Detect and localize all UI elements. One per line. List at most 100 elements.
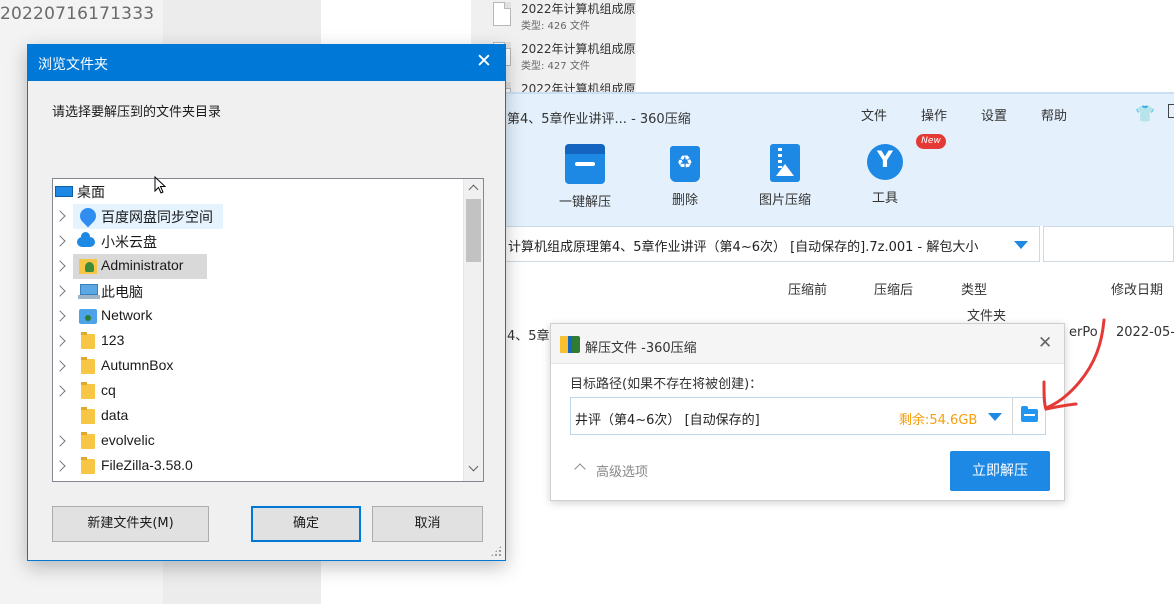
tree-item-folder[interactable]: evolvelic [53, 429, 463, 454]
tools-icon [867, 144, 903, 180]
chevron-right-icon[interactable] [54, 385, 66, 397]
tree-item-label: Administrator [101, 257, 184, 273]
chevron-right-icon[interactable] [54, 460, 66, 472]
tree-item-this-pc[interactable]: 此电脑 [53, 279, 463, 304]
app-header: 第4、5章作业讲评... - 360压缩 文件 操作 设置 帮助 👕 一键解压 … [471, 92, 1174, 226]
folder-icon [81, 332, 95, 349]
row-extra: erPo [1069, 325, 1098, 340]
folder-icon [1021, 406, 1038, 422]
network-icon [79, 309, 97, 324]
toolbar-tools-button[interactable]: 工具 [840, 144, 930, 206]
archive-path-dropdown[interactable]: 计算机组成原理第4、5章作业讲评（第4~6次） [自动保存的].7z.001 -… [471, 226, 1040, 262]
target-path-input[interactable]: 井评（第4~6次） [自动保存的] 剩余:54.6GB [570, 397, 1046, 435]
dropdown-caret-icon[interactable] [1014, 241, 1028, 249]
ok-button[interactable]: 确定 [251, 506, 361, 542]
tree-scrollbar[interactable] [463, 179, 483, 481]
tree-item-label: evolvelic [101, 432, 155, 448]
extract-now-button[interactable]: 立即解压 [950, 451, 1050, 491]
folder-icon [81, 357, 95, 374]
toolbar-extract-button[interactable]: 一键解压 [540, 144, 630, 210]
chevron-up-icon[interactable] [574, 463, 586, 475]
advanced-options-toggle[interactable]: 高级选项 [596, 461, 648, 480]
skin-icon[interactable]: 👕 [1135, 104, 1155, 123]
toolbar-label: 工具 [871, 191, 898, 206]
window-title: 第4、5章作业讲评... - 360压缩 [507, 112, 691, 127]
extract-dialog-title: 解压文件 -360压缩 [585, 341, 697, 356]
cancel-button[interactable]: 取消 [372, 506, 483, 542]
file-name: 2022年计算机组成原 [521, 42, 636, 56]
explorer-filename: 20220716171333 [0, 4, 155, 24]
tree-item-label: data [101, 407, 129, 423]
window-restore-icon[interactable] [1168, 104, 1174, 118]
tree-item-folder[interactable]: cq [53, 379, 463, 404]
tree-item-label: Network [101, 307, 153, 323]
browse-dialog-prompt: 请选择要解压到的文件夹目录 [52, 105, 222, 120]
folder-icon [81, 457, 95, 474]
toolbar-label: 一键解压 [558, 195, 611, 210]
browse-dialog-titlebar: 浏览文件夹 ✕ [28, 45, 505, 81]
menu-settings[interactable]: 设置 [981, 105, 1007, 124]
tree-item-label: cq [101, 382, 116, 398]
tree-item-label: FileZilla-3.58.0 [101, 457, 193, 473]
scroll-down-icon[interactable] [468, 461, 479, 472]
tree-item-label: 此电脑 [101, 284, 143, 300]
scrollbar-thumb[interactable] [466, 199, 481, 262]
tree-item-administrator[interactable]: Administrator [53, 254, 463, 279]
column-header-type[interactable]: 类型 [961, 279, 987, 298]
tree-item-baidu-netdisk[interactable]: 百度网盘同步空间 [53, 204, 463, 229]
chevron-right-icon[interactable] [54, 435, 66, 447]
column-header-modified-date[interactable]: 修改日期 [1111, 279, 1163, 298]
explorer-file-item[interactable]: 2022年计算机组成原 类型: 426 文件 [493, 0, 636, 40]
extract-icon [565, 144, 605, 184]
tree-item-folder[interactable]: data [53, 404, 463, 429]
path-dropdown-caret-icon[interactable] [988, 413, 1002, 421]
menu-operate[interactable]: 操作 [921, 105, 947, 124]
file-meta: 类型: 427 文件 [521, 61, 590, 72]
toolbar-image-compress-button[interactable]: 图片压缩 [740, 144, 830, 208]
resize-grip-icon[interactable] [490, 545, 502, 557]
cloud-icon [77, 232, 95, 247]
toolbar-delete-button[interactable]: 删除 [640, 144, 730, 208]
browse-dialog-title: 浏览文件夹 [38, 57, 108, 73]
row-name[interactable]: 4、5章 [507, 325, 550, 344]
tree-item-folder[interactable]: FileZilla-3.58.0 [53, 454, 463, 479]
tree-item-network[interactable]: Network [53, 304, 463, 329]
file-name: 2022年计算机组成原 [521, 2, 636, 16]
browse-folder-button[interactable] [1012, 398, 1046, 434]
chevron-right-icon[interactable] [54, 210, 66, 222]
archive-path-text: 计算机组成原理第4、5章作业讲评（第4~6次） [自动保存的].7z.001 -… [508, 240, 979, 255]
tree-item-label: AutumnBox [101, 357, 174, 373]
target-path-value: 井评（第4~6次） [自动保存的] [575, 413, 760, 428]
close-icon[interactable]: ✕ [1038, 333, 1052, 353]
chevron-right-icon[interactable] [54, 310, 66, 322]
row-date: 2022-05- [1116, 325, 1174, 340]
chevron-right-icon[interactable] [54, 335, 66, 347]
tree-item-desktop[interactable]: 桌面 [53, 179, 463, 204]
row-type: 文件夹 [967, 309, 1007, 324]
tree-item-folder[interactable]: 123 [53, 329, 463, 354]
chevron-right-icon[interactable] [54, 285, 66, 297]
tree-item-folder[interactable]: AutumnBox [53, 354, 463, 379]
menu-help[interactable]: 帮助 [1041, 105, 1067, 124]
360zip-logo-icon [560, 336, 580, 353]
column-header-compressed-size[interactable]: 压缩后 [874, 279, 913, 298]
folder-tree[interactable]: 桌面 百度网盘同步空间 小米云盘 Administrator 此电脑 Netwo… [52, 178, 484, 482]
search-input[interactable] [1043, 226, 1174, 262]
chevron-right-icon[interactable] [54, 360, 66, 372]
new-badge: New [916, 134, 946, 149]
document-icon [493, 2, 511, 26]
extract-dialog-titlebar: 解压文件 -360压缩 ✕ [551, 324, 1064, 364]
tree-item-xiaomi-cloud[interactable]: 小米云盘 [53, 229, 463, 254]
folder-icon [81, 407, 95, 424]
column-header-original-size[interactable]: 压缩前 [788, 279, 827, 298]
scroll-up-icon[interactable] [468, 184, 479, 195]
chevron-right-icon[interactable] [54, 235, 66, 247]
explorer-file-item[interactable]: 2022年计算机组成原 类型: 427 文件 [493, 40, 636, 80]
new-folder-button[interactable]: 新建文件夹(M) [52, 506, 209, 542]
menu-file[interactable]: 文件 [861, 105, 887, 124]
chevron-right-icon[interactable] [54, 260, 66, 272]
this-pc-icon [78, 284, 100, 299]
free-space-label: 剩余:54.6GB [899, 413, 978, 428]
toolbar-label: 图片压缩 [758, 193, 811, 208]
close-icon[interactable]: ✕ [476, 50, 492, 72]
